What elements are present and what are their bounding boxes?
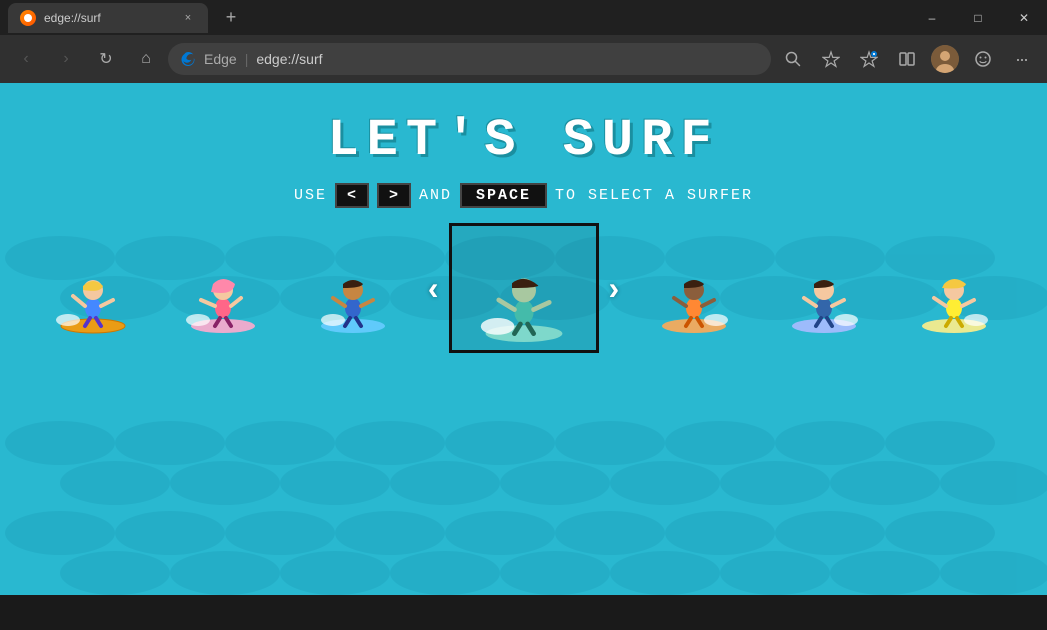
search-icon[interactable] bbox=[775, 41, 811, 77]
title-bar: edge://surf × + – □ ✕ bbox=[0, 0, 1047, 35]
tab-close-button[interactable]: × bbox=[180, 10, 196, 26]
back-button[interactable]: ‹ bbox=[8, 41, 44, 77]
more-options-icon[interactable]: ··· bbox=[1003, 41, 1039, 77]
surfer-teal-selected bbox=[474, 228, 574, 348]
right-key-badge[interactable]: > bbox=[377, 183, 411, 208]
tab-title: edge://surf bbox=[44, 11, 172, 25]
maximize-button[interactable]: □ bbox=[955, 0, 1001, 35]
prev-surfer-button[interactable]: ‹ bbox=[418, 270, 449, 307]
instruction-use: USE bbox=[294, 187, 327, 204]
home-button[interactable]: ⌂ bbox=[128, 41, 164, 77]
instruction-and: AND bbox=[419, 187, 452, 204]
instruction-row: USE < > AND SPACE TO SELECT A SURFER bbox=[0, 183, 1047, 208]
profile-avatar[interactable] bbox=[927, 41, 963, 77]
nav-bar: ‹ › ↻ ⌂ Edge | edge://surf bbox=[0, 35, 1047, 83]
surfer-slot-2[interactable] bbox=[158, 228, 288, 348]
address-brand: Edge bbox=[204, 51, 237, 67]
left-key-badge[interactable]: < bbox=[335, 183, 369, 208]
game-title: LET'S SURF bbox=[0, 111, 1047, 170]
game-area: LET'S SURF USE < > AND SPACE TO SELECT A… bbox=[0, 83, 1047, 595]
surfer-yellow-boy bbox=[914, 238, 994, 338]
surfer-pink-hair bbox=[183, 238, 263, 338]
collections-icon[interactable] bbox=[851, 41, 887, 77]
address-separator: | bbox=[245, 51, 249, 67]
surfer-slot-4-selected[interactable] bbox=[449, 223, 599, 353]
favorites-icon[interactable] bbox=[813, 41, 849, 77]
close-button[interactable]: ✕ bbox=[1001, 0, 1047, 35]
surfer-slot-7[interactable] bbox=[889, 228, 1019, 348]
next-surfer-button[interactable]: › bbox=[599, 270, 630, 307]
surfer-slot-1[interactable] bbox=[28, 228, 158, 348]
surfer-blue-shirt-girl bbox=[313, 238, 393, 338]
surfer-slot-3[interactable] bbox=[288, 228, 418, 348]
active-tab[interactable]: edge://surf × bbox=[8, 3, 208, 33]
surfer-blonde-girl bbox=[53, 238, 133, 338]
window-controls: – □ ✕ bbox=[909, 0, 1047, 35]
surfer-orange-shirt bbox=[654, 238, 734, 338]
surfer-slot-6[interactable] bbox=[759, 228, 889, 348]
surfers-selection-row: ‹ › bbox=[0, 223, 1047, 353]
address-bar[interactable]: Edge | edge://surf bbox=[168, 43, 771, 75]
emoji-icon[interactable] bbox=[965, 41, 1001, 77]
tab-favicon bbox=[20, 10, 36, 26]
surfer-slot-5[interactable] bbox=[629, 228, 759, 348]
toolbar-icons: ··· bbox=[775, 41, 1039, 77]
instruction-suffix: TO SELECT A SURFER bbox=[555, 187, 753, 204]
space-key-badge[interactable]: SPACE bbox=[460, 183, 547, 208]
edge-browser-icon bbox=[180, 51, 196, 67]
new-tab-button[interactable]: + bbox=[216, 3, 246, 33]
split-screen-icon[interactable] bbox=[889, 41, 925, 77]
surfer-blue-boy bbox=[784, 238, 864, 338]
browser-window: edge://surf × + – □ ✕ ‹ › ↻ ⌂ Edge | edg… bbox=[0, 0, 1047, 595]
minimize-button[interactable]: – bbox=[909, 0, 955, 35]
refresh-button[interactable]: ↻ bbox=[88, 41, 124, 77]
user-avatar bbox=[931, 45, 959, 73]
address-url: edge://surf bbox=[256, 51, 759, 67]
forward-button[interactable]: › bbox=[48, 41, 84, 77]
